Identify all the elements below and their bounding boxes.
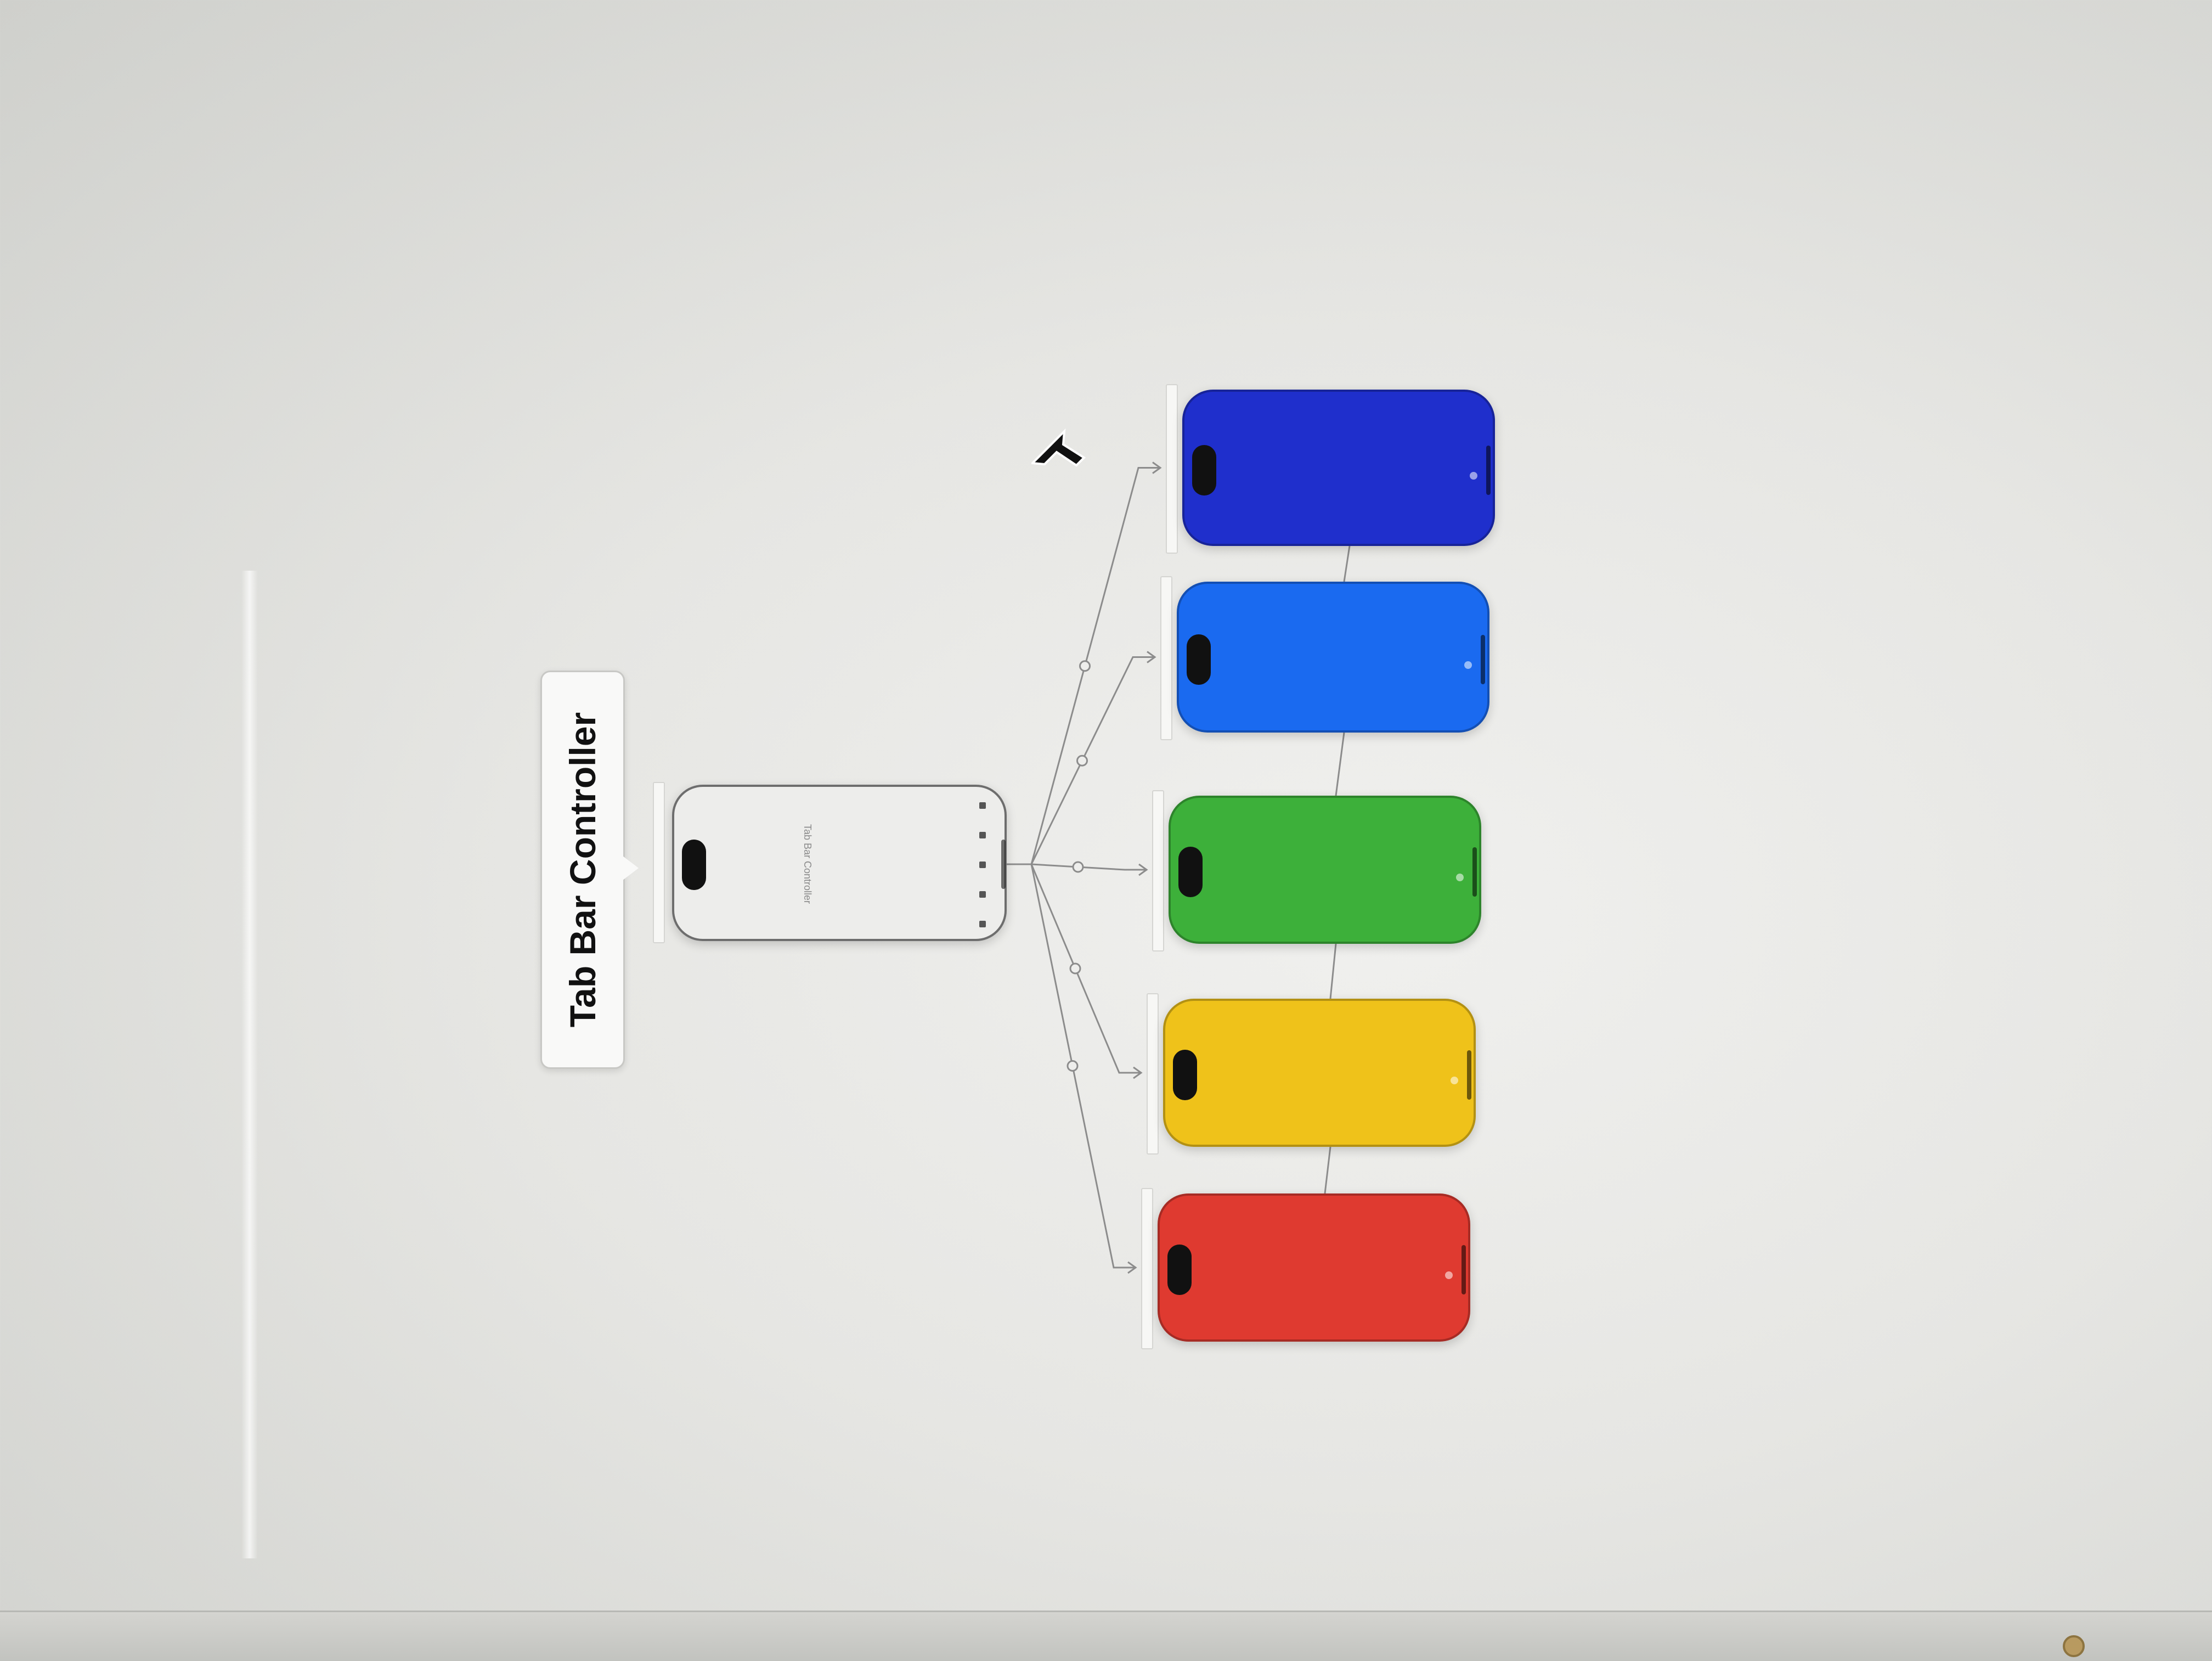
window-bottom-edge [0, 1611, 2212, 1661]
segue-badge-icon [1072, 861, 1084, 873]
red-scene-dock[interactable] [1141, 1188, 1153, 1349]
tab-bar-item-icon [979, 862, 986, 868]
tab-bar-item-icon [1456, 874, 1464, 881]
tab-bar-item-icon [1470, 471, 1477, 480]
device-notch [1173, 1050, 1197, 1100]
segue-badge-icon [1069, 962, 1081, 975]
home-indicator [1001, 840, 1006, 889]
red-scene[interactable] [1158, 1193, 1470, 1342]
home-indicator [1472, 847, 1477, 897]
scene-title-tooltip: Tab Bar Controller [540, 671, 625, 1069]
gear-icon[interactable] [2063, 1635, 2085, 1657]
device-notch [1167, 1245, 1192, 1295]
segue-badge-icon [1066, 1060, 1079, 1072]
green-scene-dock[interactable] [1152, 790, 1164, 951]
device-notch [1178, 847, 1203, 897]
relationship-line [1324, 1146, 1331, 1194]
device-notch [1192, 444, 1216, 496]
mouse-pointer-icon [1031, 428, 1086, 467]
tab-bar-item-icon [1451, 1077, 1458, 1084]
segue-line [1030, 656, 1155, 865]
blue-scene-dock[interactable] [1166, 384, 1178, 554]
home-indicator [1462, 1245, 1466, 1294]
segue-line [1031, 863, 1147, 871]
device-notch [1187, 634, 1211, 685]
storyboard-canvas[interactable]: Tab Bar Controller Tab Bar Controller [0, 0, 2212, 1661]
home-indicator [1467, 1050, 1471, 1100]
home-indicator [1486, 445, 1491, 495]
tab-bar-controller-scene[interactable]: Tab Bar Controller [672, 785, 1007, 941]
blue-scene[interactable] [1182, 390, 1495, 546]
yellow-scene[interactable] [1163, 999, 1476, 1147]
relationship-line [1343, 545, 1351, 582]
tab-bar-item-icon [979, 921, 986, 927]
light-blue-scene-dock[interactable] [1160, 576, 1172, 740]
relationship-line [1335, 732, 1345, 796]
segue-badge-icon [1076, 755, 1088, 767]
relationship-line [1329, 943, 1337, 999]
tab-bar-controller-title: Tab Bar Controller [802, 824, 814, 904]
tooltip-pointer [620, 854, 639, 882]
tab-bar-item-icon [1464, 661, 1472, 669]
device-notch [682, 840, 706, 890]
green-scene[interactable] [1169, 796, 1481, 944]
segue-badge-icon [1079, 660, 1091, 672]
segue-line [1030, 864, 1136, 1269]
tab-bar-item-icon [979, 802, 986, 809]
segue-connections [1007, 461, 1351, 1274]
home-indicator [1481, 634, 1485, 684]
yellow-scene-dock[interactable] [1147, 993, 1159, 1155]
tab-bar-controller-scene-dock[interactable] [653, 782, 665, 943]
tab-bar-item-icon [979, 832, 986, 838]
segue-line [1030, 864, 1141, 1074]
tooltip-title: Tab Bar Controller [562, 712, 603, 1028]
segue-line [1030, 467, 1160, 865]
tab-bar-item-icon [1445, 1271, 1453, 1279]
tab-bar-item-icon [979, 891, 986, 898]
light-blue-scene[interactable] [1177, 582, 1489, 733]
